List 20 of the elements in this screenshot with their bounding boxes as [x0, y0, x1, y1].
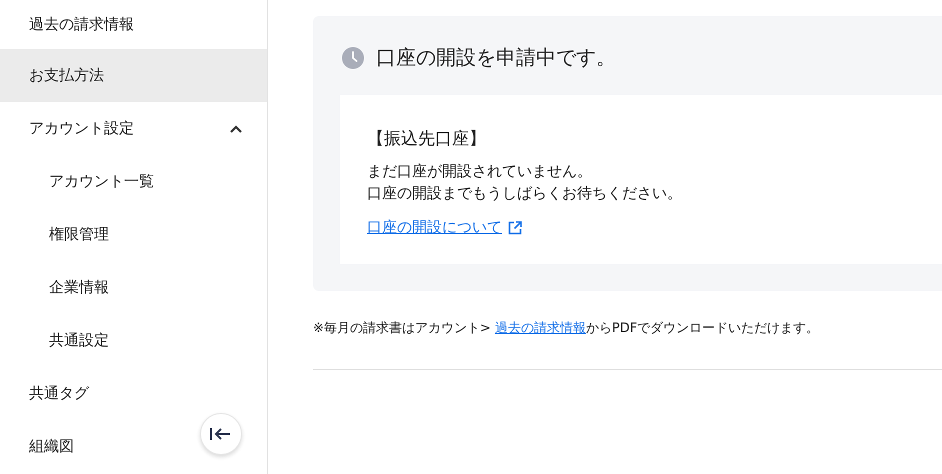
- sidebar-subitem[interactable]: 企業情報: [0, 261, 267, 314]
- sidebar-item[interactable]: お支払方法: [0, 49, 267, 102]
- billing-history-link[interactable]: 過去の請求情報: [494, 321, 586, 336]
- sidebar-item[interactable]: 過去の請求情報: [0, 0, 267, 48]
- sidebar-subitem[interactable]: 権限管理: [0, 208, 267, 261]
- status-title: 口座の開設を申請中です。: [376, 44, 616, 71]
- collapse-button[interactable]: [200, 413, 242, 455]
- clock-icon: [342, 46, 364, 68]
- sidebar-subitem[interactable]: 共通設定: [0, 314, 267, 367]
- sidebar-subitem[interactable]: アカウント一覧: [0, 155, 267, 208]
- panel-heading: 【振込先口座】: [367, 128, 487, 150]
- collapse-icon: [209, 426, 233, 442]
- sidebar-item[interactable]: アカウント設定: [0, 102, 267, 155]
- sidebar-item[interactable]: 組織図: [0, 420, 267, 473]
- message-text: 口座の開設までもうしばらくお待ちください。: [367, 183, 683, 204]
- help-link[interactable]: 口座の開設について: [367, 218, 523, 237]
- external-link-icon: [507, 220, 523, 236]
- message-text: まだ口座が開設されていません。: [367, 161, 593, 182]
- note-text: ※毎月の請求書はアカウント> 過去の請求情報からPDFでダウンロードいただけます。: [313, 320, 820, 337]
- sidebar-item[interactable]: 共通タグ: [0, 367, 267, 420]
